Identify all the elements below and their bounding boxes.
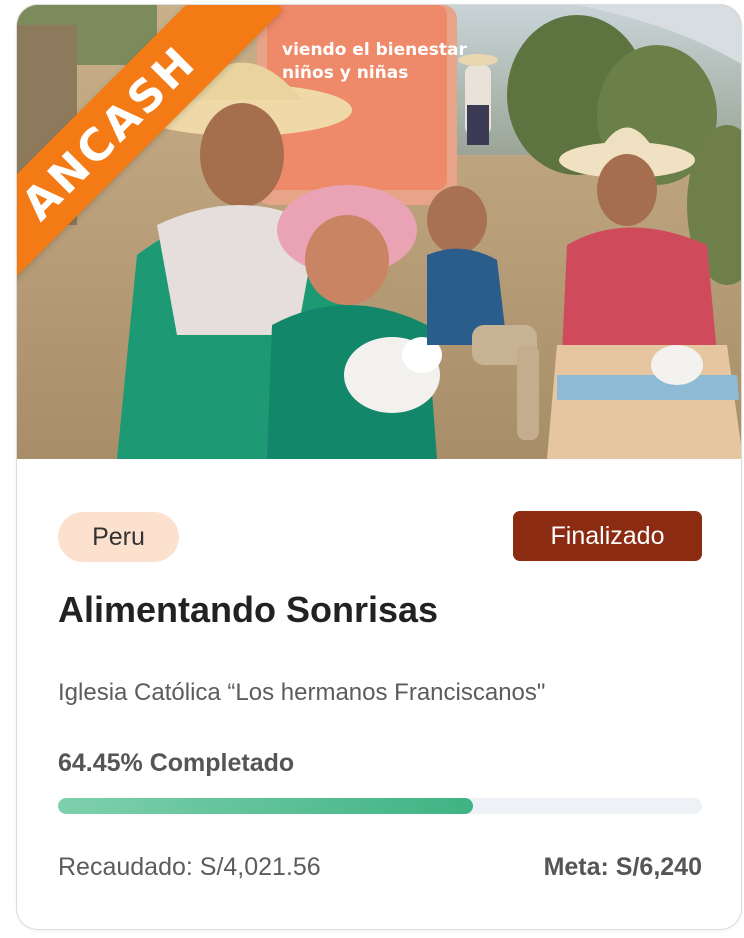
country-badge: Peru xyxy=(58,512,179,562)
status-badge: Finalizado xyxy=(513,511,702,561)
card-body: Peru Finalizado Alimentando Sonrisas Igl… xyxy=(17,459,741,929)
project-photo: viendo el bienestar niños y niñas ANCASH xyxy=(17,5,741,459)
progress-bar xyxy=(58,798,702,814)
progress-bar-fill xyxy=(58,798,474,814)
raised-amount: Recaudado: S/4,021.56 xyxy=(58,853,321,881)
progress-label: 64.45% Completado xyxy=(58,749,295,777)
project-title[interactable]: Alimentando Sonrisas xyxy=(58,589,438,631)
project-card[interactable]: viendo el bienestar niños y niñas ANCASH… xyxy=(16,4,742,930)
banner-text-2: niños y niñas xyxy=(282,63,408,83)
organization-name: Iglesia Católica “Los hermanos Francisca… xyxy=(58,679,546,706)
goal-amount: Meta: S/6,240 xyxy=(543,853,702,881)
banner-text-1: viendo el bienestar xyxy=(282,40,467,60)
